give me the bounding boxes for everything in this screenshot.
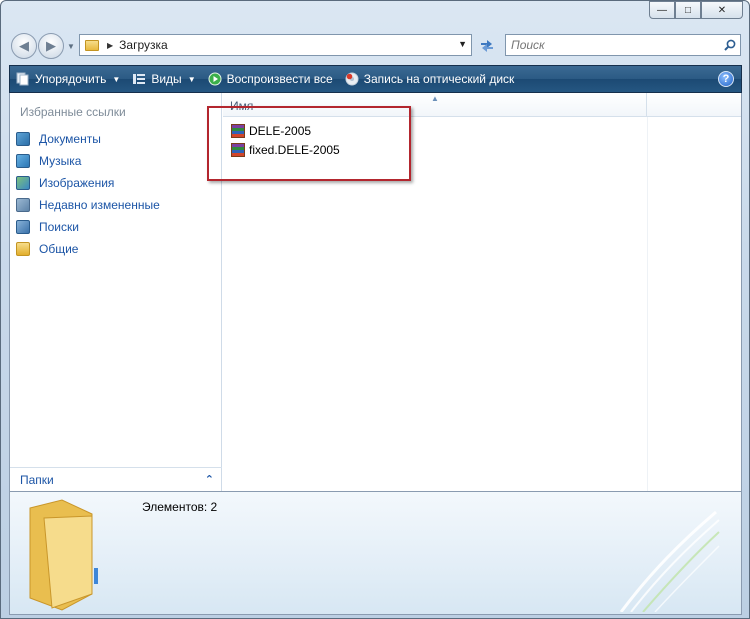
sidebar-item-documents[interactable]: Документы (16, 128, 160, 150)
sidebar-item-public[interactable]: Общие (16, 238, 160, 260)
file-list: DELE-2005 fixed.DELE-2005 (231, 121, 340, 159)
title-bar: — □ ✕ (1, 1, 749, 25)
forward-button[interactable]: ▶ (38, 33, 64, 59)
views-icon (132, 72, 146, 86)
sidebar-item-label: Документы (39, 132, 101, 146)
breadcrumb-current[interactable]: Загрузка (119, 38, 168, 52)
searches-icon (16, 220, 30, 234)
public-folder-icon (16, 242, 30, 256)
organize-button[interactable]: Упорядочить ▼ (10, 66, 126, 92)
sidebar-item-label: Музыка (39, 154, 82, 168)
close-button[interactable]: ✕ (701, 1, 743, 19)
column-divider (647, 117, 648, 491)
sidebar-item-music[interactable]: Музыка (16, 150, 160, 172)
pictures-icon (16, 176, 30, 190)
back-button[interactable]: ◀ (11, 33, 37, 59)
folder-icon (29, 499, 98, 611)
navigation-pane: Избранные ссылки Документы Музыка Изобра… (10, 93, 222, 491)
list-item[interactable]: fixed.DELE-2005 (231, 140, 340, 159)
folder-icon (85, 39, 99, 51)
sidebar-item-label: Изображения (39, 176, 115, 190)
items-count: Элементов: 2 (142, 500, 218, 514)
command-bar: Упорядочить ▼ Виды ▼ Воспроизвести все З… (9, 65, 742, 93)
chevron-up-icon: ⌃ (204, 474, 214, 486)
sidebar-item-searches[interactable]: Поиски (16, 216, 160, 238)
decorative-swoosh (619, 510, 720, 612)
rar-archive-icon (231, 123, 245, 138)
search-box[interactable] (505, 34, 741, 56)
search-icon[interactable] (720, 39, 740, 51)
list-item[interactable]: DELE-2005 (231, 121, 340, 140)
sidebar-item-recent[interactable]: Недавно измененные (16, 194, 160, 216)
folders-toggle[interactable]: Папки ⌃ (10, 467, 222, 491)
folders-label: Папки (20, 472, 54, 487)
organize-icon (16, 72, 30, 86)
help-button[interactable]: ? (718, 71, 734, 87)
recent-pages-dropdown[interactable]: ▼ (67, 42, 75, 51)
column-header-row: Имя ▲ (223, 93, 741, 117)
arrow-left-icon: ◀ (19, 38, 29, 53)
favorite-links-list: Документы Музыка Изображения Недавно изм… (16, 128, 160, 260)
column-name-label: Имя (230, 99, 254, 113)
sidebar-item-label: Поиски (39, 220, 79, 234)
content-area: Избранные ссылки Документы Музыка Изобра… (9, 93, 742, 491)
documents-icon (16, 132, 30, 146)
views-label: Виды (151, 72, 182, 86)
maximize-button[interactable]: □ (675, 1, 701, 19)
file-list-pane: Имя ▲ DELE-2005 fixed.DELE-2005 (223, 93, 741, 491)
search-input[interactable] (506, 38, 720, 52)
favorite-links-title: Избранные ссылки (20, 105, 126, 119)
play-all-label: Воспроизвести все (226, 72, 333, 86)
column-header-name[interactable]: Имя ▲ (223, 93, 647, 117)
minimize-button[interactable]: — (649, 1, 675, 19)
chevron-down-icon: ▼ (112, 74, 121, 84)
recent-icon (16, 198, 30, 212)
burn-disc-button[interactable]: Запись на оптический диск (339, 66, 521, 92)
views-button[interactable]: Виды ▼ (126, 66, 201, 92)
refresh-icon (481, 40, 493, 52)
details-pane: Элементов: 2 (9, 491, 742, 615)
file-name: DELE-2005 (249, 123, 312, 138)
address-dropdown-icon[interactable]: ▼ (458, 39, 467, 49)
file-name: fixed.DELE-2005 (249, 142, 340, 157)
breadcrumb-arrow-icon[interactable]: ▶ (107, 41, 113, 50)
caption-buttons: — □ ✕ (649, 1, 743, 19)
sidebar-item-pictures[interactable]: Изображения (16, 172, 160, 194)
burn-disc-label: Запись на оптический диск (363, 72, 515, 86)
explorer-window: — □ ✕ ◀ ▶ ▼ ▶ Загрузка ▼ Поиск Упорядочи… (0, 0, 750, 619)
sort-ascending-icon: ▲ (431, 94, 439, 103)
sidebar-item-label: Недавно измененные (39, 198, 160, 212)
organize-label: Упорядочить (35, 72, 107, 86)
music-icon (16, 154, 30, 168)
chevron-down-icon: ▼ (187, 74, 196, 84)
burn-disc-icon (345, 72, 359, 86)
sidebar-item-label: Общие (39, 242, 79, 256)
arrow-right-icon: ▶ (46, 38, 56, 53)
rar-archive-icon (231, 142, 245, 157)
address-row: ◀ ▶ ▼ ▶ Загрузка ▼ (1, 29, 749, 61)
play-icon (208, 72, 222, 86)
address-bar[interactable]: ▶ Загрузка ▼ (79, 34, 472, 56)
play-all-button[interactable]: Воспроизвести все (202, 66, 339, 92)
refresh-button[interactable] (477, 37, 497, 55)
